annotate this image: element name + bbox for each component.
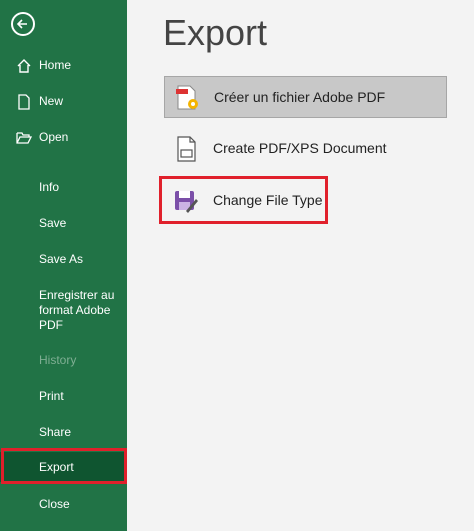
nav-save-as-label: Save As (39, 252, 84, 266)
back-button[interactable] (11, 12, 35, 36)
folder-open-icon (16, 132, 32, 144)
nav-save[interactable]: Save (0, 216, 127, 231)
adobe-pdf-icon (176, 85, 198, 110)
export-highlight-box (1, 448, 127, 484)
nav-history-label: History (39, 353, 77, 367)
nav-open-label: Open (39, 130, 69, 144)
nav-print[interactable]: Print (0, 389, 127, 404)
nav-save-as[interactable]: Save As (0, 252, 127, 267)
option-create-pdf-xps[interactable]: Create PDF/XPS Document (164, 128, 447, 170)
nav-new-label: New (39, 94, 64, 108)
nav-save-label: Save (39, 216, 67, 230)
nav-info-label: Info (39, 180, 60, 194)
nav-info[interactable]: Info (0, 180, 127, 195)
nav-save-adobe-pdf-label: Enregistrer au format Adobe PDF (39, 288, 115, 332)
option-create-pdf-xps-label: Create PDF/XPS Document (213, 140, 387, 156)
option-create-adobe-pdf[interactable]: Créer un fichier Adobe PDF (164, 76, 447, 118)
nav-share-label: Share (39, 425, 72, 439)
nav-home[interactable]: Home (0, 58, 127, 73)
home-icon (17, 59, 31, 73)
nav-open[interactable]: Open (0, 130, 127, 145)
change-file-type-highlight-box (159, 176, 328, 224)
back-arrow-icon (16, 19, 27, 29)
nav-save-adobe-pdf[interactable]: Enregistrer au format Adobe PDF (0, 288, 120, 333)
new-document-icon (18, 94, 30, 110)
nav-share[interactable]: Share (0, 425, 127, 440)
option-create-adobe-pdf-label: Créer un fichier Adobe PDF (214, 89, 386, 105)
nav-home-label: Home (39, 58, 72, 72)
pdf-xps-document-icon (177, 136, 196, 162)
nav-print-label: Print (39, 389, 64, 403)
nav-close-label: Close (39, 497, 70, 511)
nav-close[interactable]: Close (0, 497, 127, 512)
nav-history: History (0, 353, 127, 368)
nav-new[interactable]: New (0, 94, 127, 110)
page-title: Export (163, 12, 268, 53)
